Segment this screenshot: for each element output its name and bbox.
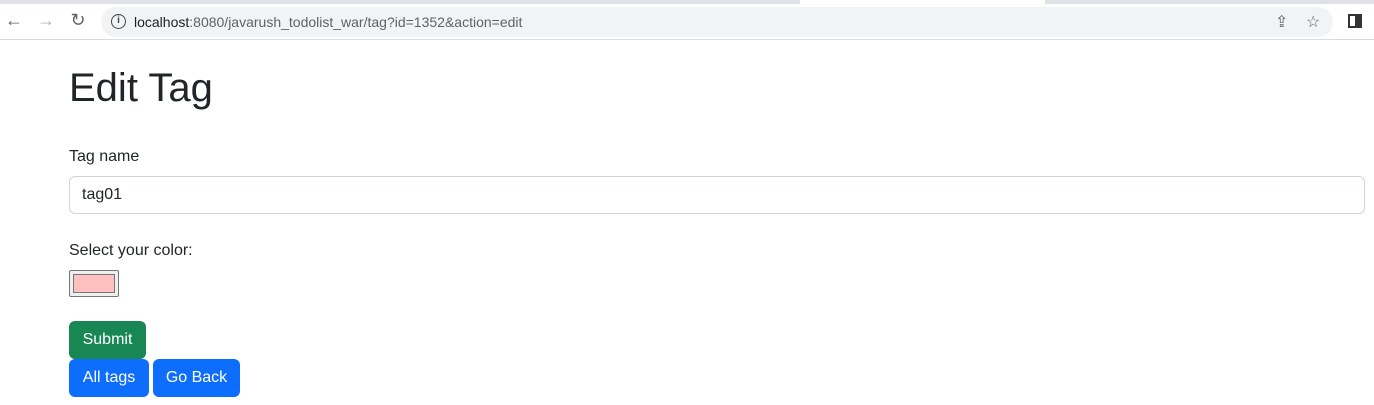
side-panel-icon[interactable] [1348,14,1362,28]
forward-icon[interactable]: → [35,10,57,31]
submit-button[interactable]: Submit [69,321,146,359]
reload-icon[interactable]: ↻ [67,10,89,31]
color-swatch [73,274,115,293]
all-tags-button[interactable]: All tags [69,359,149,397]
address-bar[interactable]: i localhost:8080/javarush_todolist_war/t… [101,7,1333,37]
go-back-button[interactable]: Go Back [153,359,240,397]
back-icon[interactable]: ← [3,10,25,31]
share-icon[interactable]: ⇪ [1275,12,1288,32]
url-host: localhost [134,14,190,30]
info-icon[interactable]: i [111,14,126,29]
tag-name-label: Tag name [69,148,140,165]
star-icon[interactable]: ☆ [1306,12,1320,32]
url-path: :8080/javarush_todolist_war/tag?id=1352&… [189,14,523,30]
color-picker[interactable] [69,270,119,297]
browser-toolbar: ← → ↻ i localhost:8080/javarush_todolist… [0,4,1374,40]
color-label: Select your color: [69,242,193,259]
page-title: Edit Tag [69,66,213,110]
tag-name-input[interactable]: tag01 [69,176,1365,214]
url-text[interactable]: localhost:8080/javarush_todolist_war/tag… [134,14,522,30]
